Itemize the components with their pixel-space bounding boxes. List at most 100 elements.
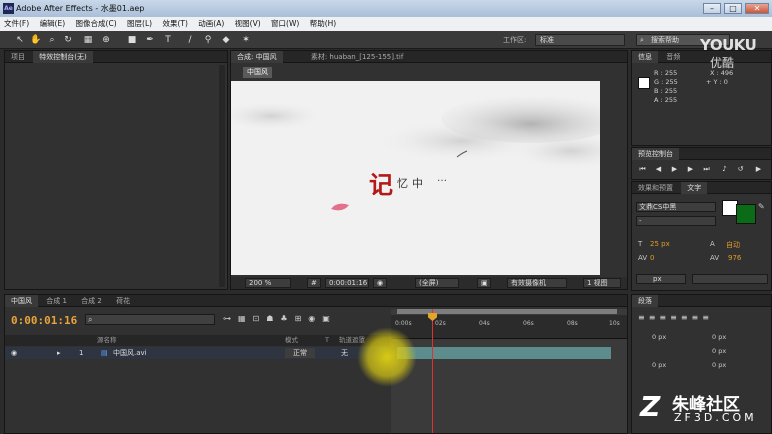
expand-arrow-icon[interactable]: ▸	[57, 347, 61, 359]
close-button[interactable]: ✕	[745, 3, 769, 14]
tab-effects-presets[interactable]: 效果和预置	[632, 182, 679, 194]
hand-tool-icon[interactable]: ✋	[30, 34, 42, 46]
selection-tool-icon[interactable]: ↖	[14, 34, 26, 46]
indent-first[interactable]: 0 px	[712, 347, 726, 355]
menu-edit[interactable]: 编辑(E)	[36, 17, 70, 31]
fill-color-swatch[interactable]	[736, 204, 756, 224]
pen-tool-icon[interactable]: ✒	[144, 34, 156, 46]
zoom-dropdown[interactable]: 200 %	[245, 278, 291, 288]
time-ruler[interactable]: 0:00s 02s 04s 06s 08s 10s	[391, 315, 627, 339]
project-scrollbar[interactable]	[219, 65, 225, 287]
info-y: + Y : 0	[706, 78, 728, 86]
playhead[interactable]	[432, 309, 433, 433]
tab-timeline-main[interactable]: 中国风	[5, 295, 38, 307]
menu-file[interactable]: 文件(F)	[0, 17, 33, 31]
tab-timeline-lotus[interactable]: 荷花	[110, 295, 136, 307]
visibility-eye-icon[interactable]: ◉	[11, 347, 17, 359]
camera-dropdown[interactable]: 有效摄像机	[507, 278, 567, 288]
layer-search-input[interactable]: ⌕	[85, 314, 215, 325]
font-size-value[interactable]: 25 px	[650, 240, 670, 248]
tab-preview[interactable]: 预览控制台	[632, 148, 679, 160]
tab-audio[interactable]: 音频	[660, 51, 686, 63]
last-frame-icon[interactable]: ⏭	[702, 165, 711, 174]
ruler-tick: 02s	[435, 320, 446, 327]
tab-project[interactable]: 项目	[5, 51, 31, 63]
first-frame-icon[interactable]: ⏮	[638, 165, 647, 174]
composition-viewer[interactable]: 记 忆中 …	[231, 81, 600, 275]
space-after[interactable]: 0 px	[712, 361, 726, 369]
puppet-tool-icon[interactable]: ✶	[240, 34, 252, 46]
grid-toggle-icon[interactable]: #	[307, 278, 321, 288]
clone-stamp-tool-icon[interactable]: ⚲	[202, 34, 214, 46]
stroke-width-field[interactable]: px	[636, 274, 686, 284]
indent-right[interactable]: 0 px	[712, 333, 726, 341]
ram-preview-icon[interactable]: ▶	[754, 165, 763, 174]
tools-toolbar: ↖ ✋ ⌕ ↻ ▦ ⊕ ■ ✒ T / ⚲ ◆ ✶ 工作区: 标准 ⌕ 搜索帮助	[0, 31, 772, 49]
rotate-tool-icon[interactable]: ↻	[62, 34, 74, 46]
tab-character[interactable]: 文字	[681, 182, 708, 194]
tab-timeline-comp1[interactable]: 合成 1	[40, 295, 73, 307]
brush-tool-icon[interactable]: /	[184, 34, 196, 46]
views-dropdown[interactable]: 1 视图	[583, 278, 621, 288]
after-effects-window: Ae Adobe After Effects - 水墨01.aep – □ ✕ …	[0, 0, 772, 434]
tab-paragraph[interactable]: 段落	[632, 295, 658, 307]
tab-composition[interactable]: 合成: 中国风	[231, 51, 283, 63]
rectangle-tool-icon[interactable]: ■	[126, 34, 138, 46]
timeline-switch-icons[interactable]: ⊶▦⊡☗♣⊞◉▣	[223, 314, 337, 323]
prev-frame-icon[interactable]: ◀	[654, 165, 663, 174]
font-family-dropdown[interactable]: 文鼎CS中黑	[636, 202, 716, 212]
layer-duration-bar[interactable]	[397, 347, 611, 359]
col-mode[interactable]: 模式	[285, 335, 298, 346]
youku-watermark-sub: 优酷	[710, 56, 735, 70]
indent-left[interactable]: 0 px	[652, 333, 666, 341]
comp-subtab[interactable]: 中国风	[243, 67, 272, 78]
resolution-dropdown[interactable]: (全屏)	[415, 278, 459, 288]
col-source-name[interactable]: 源名称	[97, 335, 117, 346]
eraser-tool-icon[interactable]: ◆	[220, 34, 232, 46]
pan-behind-tool-icon[interactable]: ⊕	[100, 34, 112, 46]
space-before[interactable]: 0 px	[652, 361, 666, 369]
leading-value[interactable]: 自动	[726, 240, 740, 250]
menu-view[interactable]: 视图(V)	[231, 17, 265, 31]
font-style-dropdown[interactable]: -	[636, 216, 716, 226]
minimize-button[interactable]: –	[703, 3, 721, 14]
menu-window[interactable]: 窗口(W)	[267, 17, 303, 31]
col-t[interactable]: T	[325, 335, 329, 346]
zoom-tool-icon[interactable]: ⌕	[46, 34, 58, 46]
maximize-button[interactable]: □	[724, 3, 742, 14]
layer-row[interactable]: ◉ ▸ 1 ▤ 中国风.avi 正常 无	[5, 347, 389, 359]
loop-icon[interactable]: ↺	[736, 165, 745, 174]
workspace-dropdown[interactable]: 标准	[535, 34, 625, 46]
menu-effect[interactable]: 效果(T)	[158, 17, 191, 31]
menu-layer[interactable]: 图层(L)	[123, 17, 156, 31]
play-icon[interactable]: ▶	[670, 165, 679, 174]
kerning-value[interactable]: 0	[650, 254, 654, 262]
info-a: A : 255	[654, 96, 678, 104]
tab-info[interactable]: 信息	[632, 51, 658, 63]
layer-name[interactable]: 中国风.avi	[113, 347, 147, 359]
tab-timeline-comp2[interactable]: 合成 2	[75, 295, 108, 307]
timeline-graph-area[interactable]: 0:00s 02s 04s 06s 08s 10s	[391, 309, 627, 433]
tab-effect-controls[interactable]: 特效控制台(无)	[33, 51, 93, 63]
window-title: Adobe After Effects - 水墨01.aep	[16, 4, 145, 13]
menu-help[interactable]: 帮助(H)	[306, 17, 341, 31]
menu-composition[interactable]: 图像合成(C)	[72, 17, 121, 31]
timecode-field[interactable]: 0:00:01:16	[325, 278, 369, 288]
tracking-value[interactable]: 976	[728, 254, 741, 262]
snapshot-icon[interactable]: ◉	[373, 278, 387, 288]
layer-track-matte[interactable]: 无	[341, 347, 348, 359]
youku-watermark-brand: YOUKU	[700, 36, 757, 54]
camera-tool-icon[interactable]: ▦	[82, 34, 94, 46]
audio-icon[interactable]: ♪	[720, 165, 729, 174]
next-frame-icon[interactable]: ▶	[686, 165, 695, 174]
text-tool-icon[interactable]: T	[162, 34, 174, 46]
layer-mode-dropdown[interactable]: 正常	[285, 348, 315, 358]
current-time[interactable]: 0:00:01:16	[11, 314, 77, 327]
stroke-style-dropdown[interactable]	[692, 274, 768, 284]
menu-animation[interactable]: 动画(A)	[194, 17, 228, 31]
timeline-panel: 中国风 合成 1 合成 2 荷花 0:00:01:16 ⌕ ⊶▦⊡☗♣⊞◉▣ 源…	[4, 294, 628, 434]
tab-footage[interactable]: 素材: huaban_[125-155].tif	[305, 51, 410, 63]
fast-preview-icon[interactable]: ▣	[477, 278, 491, 288]
alignment-icons[interactable]: ≡≡≡≡≡≡≡	[638, 313, 713, 322]
eyedropper-icon[interactable]: ✎	[758, 202, 765, 211]
